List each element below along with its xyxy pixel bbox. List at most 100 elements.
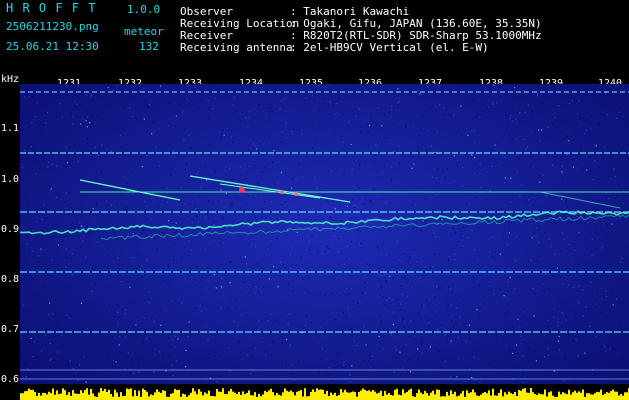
noise-pixel: [292, 133, 294, 135]
level-bar: [582, 389, 584, 400]
noise-pixel: [591, 177, 593, 179]
noise-pixel: [409, 256, 411, 258]
noise-pixel: [383, 113, 386, 116]
noise-pixel: [142, 93, 145, 95]
noise-pixel: [230, 204, 232, 206]
noise-pixel: [563, 238, 565, 240]
noise-pixel: [330, 373, 332, 375]
noise-pixel: [538, 129, 540, 131]
antenna-value: : 2el-HB9CV Vertical (el. E-W): [290, 41, 489, 54]
level-bar: [422, 394, 424, 400]
noise-pixel: [71, 123, 74, 125]
noise-pixel: [331, 235, 333, 237]
noise-pixel: [86, 126, 88, 128]
noise-pixel: [467, 134, 469, 136]
noise-pixel: [448, 286, 450, 288]
noise-pixel: [222, 242, 224, 244]
level-bar: [504, 392, 506, 400]
noise-pixel: [192, 192, 194, 194]
noise-pixel: [172, 258, 175, 261]
level-bar: [370, 391, 372, 400]
noise-pixel: [214, 97, 216, 99]
noise-pixel: [280, 141, 282, 143]
noise-pixel: [79, 222, 81, 224]
level-bar: [598, 392, 600, 400]
noise-pixel: [504, 182, 506, 184]
noise-pixel: [508, 351, 510, 353]
noise-pixel: [80, 97, 83, 99]
noise-pixel: [462, 218, 464, 220]
level-bar: [198, 389, 200, 400]
level-bar: [506, 394, 508, 400]
noise-pixel: [528, 199, 530, 201]
noise-pixel: [452, 284, 454, 286]
level-bar: [566, 394, 568, 400]
level-bar: [430, 392, 432, 400]
noise-pixel: [529, 237, 531, 239]
noise-pixel: [205, 287, 207, 289]
noise-pixel: [92, 208, 94, 210]
noise-pixel: [405, 125, 407, 127]
noise-pixel: [69, 113, 72, 115]
noise-pixel: [496, 87, 498, 89]
noise-pixel: [363, 203, 365, 205]
noise-pixel: [553, 308, 555, 310]
noise-pixel: [153, 131, 155, 133]
level-bar: [136, 395, 138, 400]
noise-pixel: [545, 273, 547, 275]
noise-pixel: [413, 163, 415, 165]
level-bar: [440, 396, 442, 400]
noise-pixel: [35, 221, 38, 223]
noise-pixel: [337, 148, 339, 150]
noise-pixel: [322, 245, 324, 247]
noise-pixel: [364, 292, 366, 294]
noise-pixel: [168, 258, 171, 260]
noise-pixel: [230, 261, 232, 263]
level-bar: [616, 391, 618, 400]
noise-pixel: [319, 327, 321, 329]
level-bar: [402, 389, 404, 400]
noise-pixel: [384, 303, 386, 305]
noise-pixel: [55, 224, 57, 226]
meteor-echo: [294, 192, 298, 196]
noise-pixel: [220, 308, 222, 310]
level-bar: [304, 388, 306, 400]
noise-pixel: [65, 361, 67, 363]
noise-pixel: [131, 171, 133, 173]
noise-pixel: [519, 326, 521, 328]
noise-pixel: [473, 277, 475, 279]
noise-pixel: [51, 164, 53, 166]
level-bar: [54, 394, 56, 400]
file-name: 2506211230.png: [6, 20, 99, 33]
noise-pixel: [40, 350, 42, 352]
noise-pixel: [462, 166, 464, 168]
noise-pixel: [185, 163, 188, 165]
level-bar: [296, 391, 298, 400]
noise-pixel: [441, 359, 443, 361]
noise-pixel: [196, 265, 198, 268]
noise-pixel: [293, 377, 295, 379]
noise-pixel: [537, 362, 539, 364]
noise-pixel: [355, 160, 357, 162]
noise-pixel: [456, 307, 458, 309]
noise-pixel: [68, 286, 70, 288]
noise-pixel: [267, 320, 269, 322]
level-bar: [214, 396, 216, 400]
noise-pixel: [353, 204, 355, 206]
noise-pixel: [468, 331, 470, 333]
level-bar: [532, 392, 534, 400]
noise-pixel: [330, 217, 332, 220]
noise-pixel: [516, 112, 518, 114]
noise-pixel: [209, 181, 211, 183]
noise-pixel: [517, 318, 519, 320]
noise-pixel: [145, 100, 147, 102]
noise-pixel: [152, 353, 154, 355]
noise-pixel: [602, 157, 604, 159]
noise-pixel: [587, 262, 589, 264]
noise-pixel: [568, 140, 570, 142]
noise-pixel: [287, 282, 289, 284]
noise-pixel: [471, 154, 473, 156]
level-bar: [208, 390, 210, 400]
noise-pixel: [257, 329, 260, 331]
noise-pixel: [91, 184, 93, 186]
